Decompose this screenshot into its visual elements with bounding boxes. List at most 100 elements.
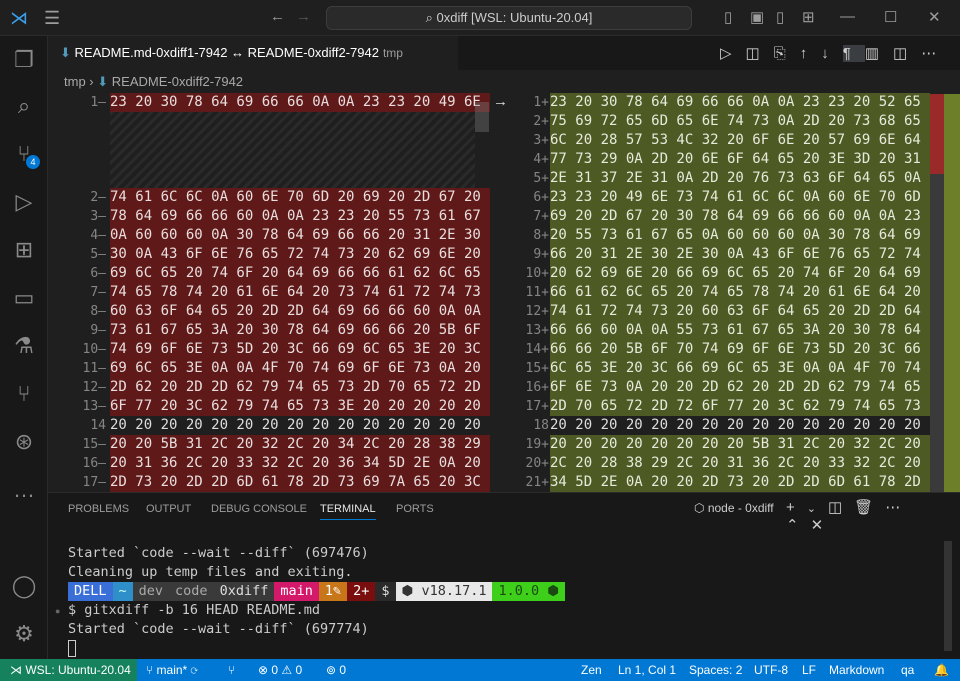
settings-gear-icon[interactable]: ⚙ [0, 612, 48, 656]
branch-indicator[interactable]: ⑂ main* ⟳ [146, 659, 198, 681]
added-hex-line[interactable]: 6C 20 28 57 53 4C 32 20 6F 6E 20 57 69 6… [550, 131, 930, 150]
panel-tab-terminal[interactable]: TERMINAL [320, 503, 376, 520]
panel-tab-problems[interactable]: PROBLEMS [68, 503, 129, 515]
chevron-down-icon[interactable]: ⌄ [807, 503, 828, 515]
panel-tab-ports[interactable]: PORTS [396, 503, 434, 515]
run-debug-icon[interactable]: ▷ [0, 180, 48, 224]
unchanged-hex-line[interactable]: 20 20 20 20 20 20 20 20 20 20 20 20 20 2… [110, 416, 490, 435]
added-hex-line[interactable]: 34 5D 2E 0A 20 20 2D 73 20 2D 2D 6D 61 7… [550, 473, 930, 492]
run-icon[interactable]: ▷ [720, 45, 746, 62]
status-user[interactable]: qa [901, 659, 914, 681]
problems-indicator[interactable]: ⊗ 0 ⚠ 0 [258, 659, 302, 681]
added-hex-line[interactable]: 6C 65 3E 20 3C 66 69 6C 65 3E 0A 0A 4F 7… [550, 359, 930, 378]
new-terminal-icon[interactable]: + [786, 499, 807, 516]
added-hex-line[interactable]: 77 73 29 0A 2D 20 6E 6F 64 65 20 3E 3D 2… [550, 150, 930, 169]
added-hex-line[interactable]: 66 61 62 6C 65 20 74 65 78 74 20 61 6E 6… [550, 283, 930, 302]
removed-hex-line[interactable]: 30 0A 43 6F 6E 76 65 72 74 73 20 62 69 6… [110, 245, 490, 264]
removed-hex-line[interactable]: 74 61 6C 6C 0A 60 6E 70 6D 20 69 20 2D 6… [110, 188, 490, 207]
removed-hex-line[interactable]: 73 61 67 65 3A 20 30 78 64 69 66 66 20 5… [110, 321, 490, 340]
command-center-search[interactable]: ⌕ 0xdiff [WSL: Ubuntu-20.04] [326, 6, 692, 30]
status-cursor-position[interactable]: Ln 1, Col 1 [618, 659, 676, 681]
added-hex-line[interactable]: 23 23 20 49 6E 73 74 61 6C 6C 0A 60 6E 7… [550, 188, 930, 207]
status-eol[interactable]: LF [802, 659, 816, 681]
testing-icon[interactable]: ⚗ [0, 324, 48, 368]
status-language[interactable]: Markdown [829, 659, 884, 681]
added-hex-line[interactable]: 66 66 20 5B 6F 70 74 69 6F 6E 73 5D 20 3… [550, 340, 930, 359]
git-graph-icon[interactable]: ⑂ [0, 372, 48, 416]
maximize-icon[interactable]: ☐ [884, 8, 897, 26]
status-zen[interactable]: Zen [581, 659, 602, 681]
removed-hex-line[interactable]: 78 64 69 66 66 60 0A 0A 23 23 20 55 73 6… [110, 207, 490, 226]
explorer-icon[interactable]: ❐ [0, 38, 48, 82]
removed-hex-line[interactable]: 74 65 78 74 20 61 6E 64 20 73 74 61 72 7… [110, 283, 490, 302]
added-hex-line[interactable]: 2C 20 28 38 29 2C 20 31 36 2C 20 33 32 2… [550, 454, 930, 473]
back-arrow-icon[interactable]: ← [270, 8, 285, 25]
added-hex-line[interactable]: 66 20 31 2E 30 2E 30 0A 43 6F 6E 76 65 7… [550, 245, 930, 264]
open-changes-icon[interactable]: ⎘ [774, 45, 800, 62]
customize-layout-icon[interactable]: ⊞ [802, 8, 815, 26]
ports-indicator[interactable]: ⊚ 0 [326, 659, 346, 681]
more-icon[interactable]: … [0, 468, 48, 512]
more-icon[interactable]: ⋯ [885, 499, 912, 516]
toggle-panel-icon[interactable]: ▣ [750, 8, 764, 26]
terminal-selector[interactable]: ⬡ node - 0xdiff [694, 501, 774, 515]
added-hex-line[interactable]: 2E 31 37 2E 31 0A 2D 20 76 73 63 6F 64 6… [550, 169, 930, 188]
remote-indicator[interactable]: ⋊ WSL: Ubuntu-20.04 [0, 659, 137, 681]
more-actions-icon[interactable]: ⋯ [921, 45, 950, 62]
toggle-secondary-sidebar-icon[interactable]: ▯ [776, 8, 784, 26]
extensions-icon[interactable]: ⊞ [0, 228, 48, 272]
removed-hex-line[interactable]: 74 69 6F 6E 73 5D 20 3C 66 69 6C 65 3E 2… [110, 340, 490, 359]
previous-change-icon[interactable]: ↑ [800, 45, 822, 62]
map-icon[interactable]: ▥ [865, 45, 893, 62]
menu-icon[interactable]: ☰ [44, 8, 60, 29]
added-hex-line[interactable]: 20 20 20 20 20 20 20 20 5B 31 2C 20 32 2… [550, 435, 930, 454]
added-hex-line[interactable]: 2D 70 65 72 2D 72 6F 77 20 3C 62 79 74 6… [550, 397, 930, 416]
trash-icon[interactable]: 🗑 [854, 499, 885, 516]
search-icon[interactable]: ⌕ [0, 84, 48, 128]
unchanged-hex-line[interactable]: 20 20 20 20 20 20 20 20 20 20 20 20 20 2… [550, 416, 930, 435]
notifications-bell-icon[interactable]: 🔔 [934, 659, 949, 681]
removed-hex-line[interactable]: 23 20 30 78 64 69 66 66 0A 0A 23 23 20 4… [110, 93, 490, 112]
terminal-scrollbar[interactable] [944, 541, 952, 651]
accounts-icon[interactable]: ◯ [0, 564, 48, 608]
breadcrumb-file[interactable]: README-0xdiff2-7942 [112, 74, 243, 89]
source-control-icon[interactable]: ⑂ [0, 132, 48, 176]
panel-tab-output[interactable]: OUTPUT [146, 503, 191, 515]
added-hex-line[interactable]: 75 69 72 65 6D 65 6E 74 73 0A 2D 20 73 6… [550, 112, 930, 131]
close-panel-icon[interactable]: ✕ [811, 517, 836, 534]
split-terminal-icon[interactable]: ◫ [828, 499, 854, 516]
removed-hex-line[interactable]: 2D 62 20 2D 2D 62 79 74 65 73 2D 70 65 7… [110, 378, 490, 397]
removed-hex-line[interactable]: 69 6C 65 20 74 6F 20 64 69 66 66 61 62 6… [110, 264, 490, 283]
added-hex-line[interactable]: 23 20 30 78 64 69 66 66 0A 0A 23 23 20 5… [550, 93, 930, 112]
command-decoration-icon[interactable]: ● [55, 606, 60, 616]
added-hex-line[interactable]: 20 55 73 61 67 65 0A 60 60 60 0A 30 78 6… [550, 226, 930, 245]
gitlens-icon[interactable]: ⊛ [0, 420, 48, 464]
added-hex-line[interactable]: 74 61 72 74 73 20 60 63 6F 64 65 20 2D 2… [550, 302, 930, 321]
open-file-icon[interactable]: ◫ [746, 45, 774, 62]
removed-hex-line[interactable]: 20 20 5B 31 2C 20 32 2C 20 34 2C 20 28 3… [110, 435, 490, 454]
removed-hex-line[interactable]: 60 63 6F 64 65 20 2D 2D 64 69 66 66 60 0… [110, 302, 490, 321]
maximize-panel-icon[interactable]: ⌃ [786, 517, 811, 534]
remote-explorer-icon[interactable]: ▭ [0, 276, 48, 320]
added-hex-line[interactable]: 6F 6E 73 0A 20 20 2D 62 20 2D 2D 62 79 7… [550, 378, 930, 397]
removed-hex-line[interactable]: 69 6C 65 3E 0A 0A 4F 70 74 69 6F 6E 73 0… [110, 359, 490, 378]
minimize-icon[interactable]: — [840, 8, 855, 25]
minimap[interactable] [930, 94, 944, 492]
revert-arrow-icon[interactable]: → [493, 93, 508, 110]
status-encoding[interactable]: UTF-8 [754, 659, 788, 681]
left-scrollbar-thumb[interactable] [475, 102, 489, 132]
removed-hex-line[interactable]: 2D 73 20 2D 2D 6D 61 78 2D 73 69 7A 65 2… [110, 473, 490, 492]
close-window-icon[interactable]: ✕ [928, 8, 941, 26]
removed-hex-line[interactable]: 0A 60 60 60 0A 30 78 64 69 66 66 20 31 2… [110, 226, 490, 245]
removed-hex-line[interactable]: 20 31 36 2C 20 33 32 2C 20 36 34 5D 2E 0… [110, 454, 490, 473]
tab-diff-editor[interactable]: ⬇ README.md-0xdiff1-7942 ↔ README-0xdiff… [48, 36, 458, 70]
whitespace-toggle-icon[interactable]: ¶ [842, 45, 865, 62]
toggle-sidebar-icon[interactable]: ▯ [724, 8, 732, 26]
added-hex-line[interactable]: 66 66 60 0A 0A 55 73 61 67 65 3A 20 30 7… [550, 321, 930, 340]
removed-hex-line[interactable]: 6F 77 20 3C 62 79 74 65 73 3E 20 20 20 2… [110, 397, 490, 416]
added-hex-line[interactable]: 69 20 2D 67 20 30 78 64 69 66 66 60 0A 0… [550, 207, 930, 226]
panel-tab-debug-console[interactable]: DEBUG CONSOLE [211, 503, 307, 515]
next-change-icon[interactable]: ↓ [821, 45, 843, 62]
split-editor-icon[interactable]: ◫ [893, 45, 921, 62]
added-hex-line[interactable]: 20 62 69 6E 20 66 69 6C 65 20 74 6F 20 6… [550, 264, 930, 283]
